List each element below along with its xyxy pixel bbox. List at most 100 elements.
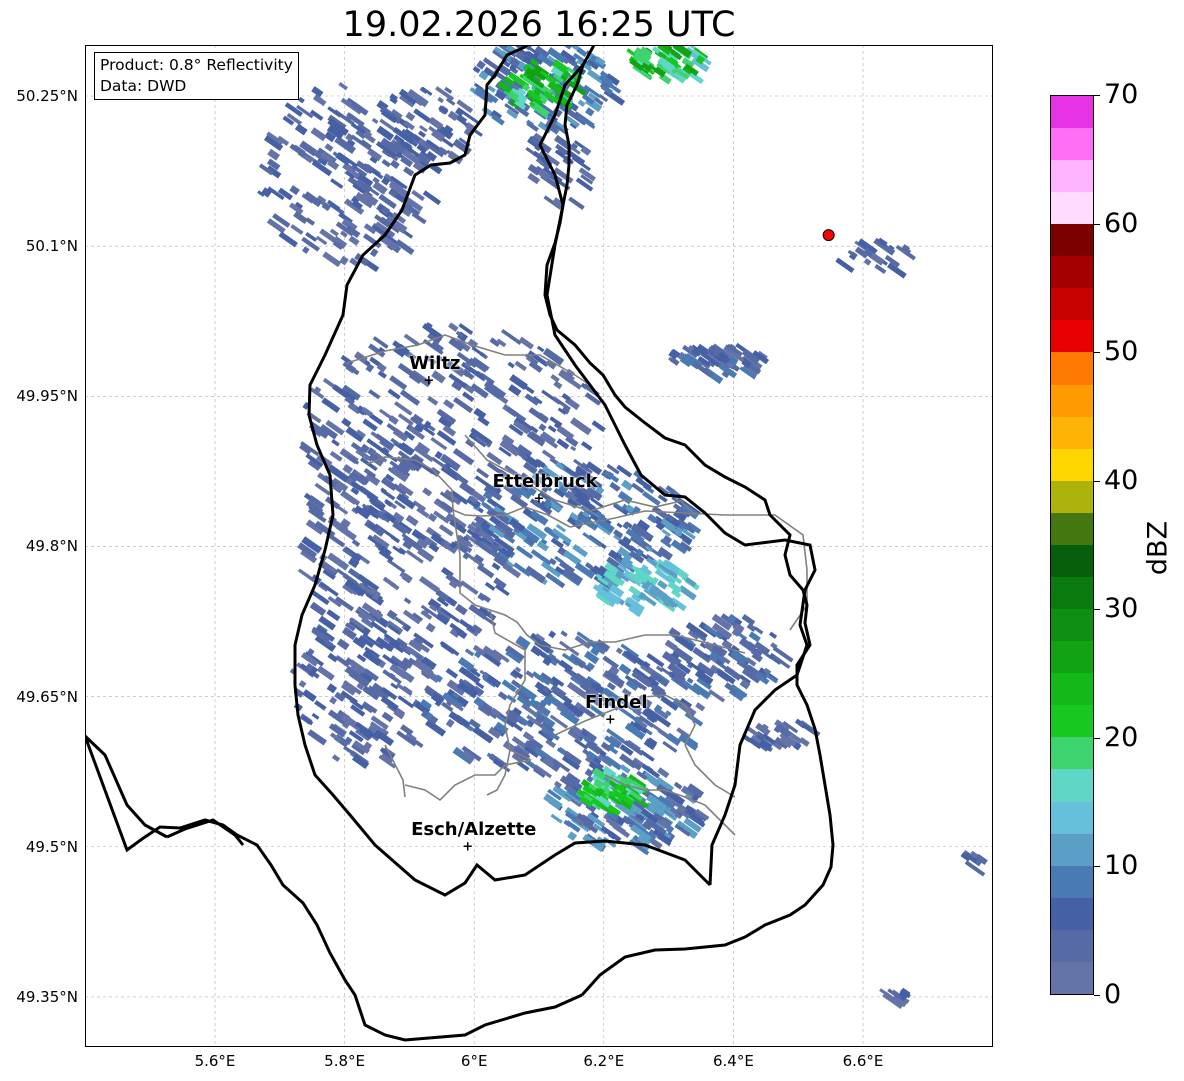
- radar-echo-cell: [294, 123, 308, 136]
- lon-tick-label: 5.8°E: [324, 1052, 366, 1070]
- radar-echo-cell: [378, 408, 396, 422]
- radar-echo-cell: [437, 96, 445, 104]
- lon-tick-label: 6°E: [460, 1052, 488, 1070]
- radar-echo-cell: [572, 544, 589, 558]
- radar-echo-cell: [381, 159, 391, 168]
- lon-tick-label: 5.6°E: [194, 1052, 236, 1070]
- radar-echo-cell: [389, 375, 408, 391]
- radar-echo-cell: [290, 224, 304, 235]
- radar-echo-cell: [314, 482, 332, 496]
- radar-echo-cell: [387, 388, 401, 400]
- colorbar-segment: [1051, 705, 1093, 738]
- colorbar-unit-label: dBZ: [1142, 520, 1174, 576]
- colorbar-segment: [1051, 512, 1093, 545]
- city-label: Ettelbruck: [492, 471, 598, 493]
- colorbar-segment: [1051, 576, 1093, 610]
- radar-echo-cell: [618, 663, 632, 676]
- radar-echo-cell: [445, 718, 455, 728]
- radar-echo-cell: [528, 407, 549, 424]
- colorbar-segment: [1051, 224, 1093, 257]
- map-canvas: [85, 45, 993, 1047]
- city-label: Wiltz: [409, 353, 461, 375]
- radar-echo-cell: [311, 712, 320, 720]
- radar-echo-cell: [309, 601, 327, 617]
- colorbar-segment: [1051, 641, 1093, 674]
- radar-echo-cell: [550, 374, 560, 383]
- radar-echo-cell: [425, 622, 436, 633]
- radar-echo-cell: [462, 551, 471, 560]
- colorbar-tick-label: 0: [1104, 979, 1122, 1010]
- colorbar-segment: [1051, 416, 1093, 449]
- radar-echo-cell: [621, 479, 634, 491]
- colorbar-segment: [1051, 95, 1093, 128]
- radar-echo-cell: [405, 514, 419, 527]
- radar-echo-cell: [321, 397, 341, 413]
- radar-echo-cell: [652, 724, 669, 737]
- markers: [822, 229, 835, 242]
- colorbar-segment: [1051, 609, 1093, 642]
- radar-echo-cell: [538, 423, 547, 432]
- lat-tick-label: 50.1°N: [25, 237, 78, 256]
- radar-echo-cell: [339, 255, 349, 266]
- radar-echo-cell: [338, 82, 348, 91]
- radar-echo-cell: [337, 505, 349, 515]
- radar-echo-cell: [553, 380, 563, 390]
- radar-echo-cell: [267, 148, 281, 161]
- colorbar-tick-label: 60: [1104, 207, 1139, 239]
- radar-echo-cell: [474, 475, 494, 490]
- city-marker-icon: +: [604, 712, 616, 728]
- radar-echo-cell: [348, 235, 360, 246]
- radar-map[interactable]: [85, 45, 993, 1047]
- lon-tick-label: 6.2°E: [583, 1052, 625, 1070]
- city-label: Esch/Alzette: [411, 818, 537, 840]
- radar-echo-cell: [497, 691, 509, 701]
- radar-echo-cell: [298, 96, 305, 104]
- radar-echo-cell: [390, 159, 400, 170]
- radar-echo-cell: [301, 246, 310, 254]
- radar-echo-cell: [422, 190, 442, 206]
- radar-echo-cell: [298, 680, 307, 688]
- radar-echo-cell: [518, 336, 534, 350]
- radar-echo-cell: [336, 638, 350, 651]
- data-source-label: Data: DWD: [100, 77, 187, 95]
- radar-echo-cell: [330, 178, 344, 189]
- radar-echo-cell: [585, 107, 595, 117]
- radar-echo-cell: [507, 361, 515, 369]
- radar-echo-cell: [403, 166, 415, 177]
- radar-echo-cell: [411, 189, 425, 202]
- radar-echo-cell: [448, 322, 459, 332]
- colorbar-segment: [1051, 192, 1093, 225]
- radar-echo-cell: [591, 420, 606, 433]
- radar-echo-cell: [314, 700, 327, 711]
- lon-tick-label: 6.4°E: [712, 1052, 754, 1070]
- colorbar-segment: [1051, 448, 1093, 481]
- radar-echo-cell: [443, 399, 455, 410]
- radar-echo-cell: [454, 603, 468, 616]
- city-marker-icon: +: [423, 373, 435, 389]
- colorbar-tick: [1094, 609, 1100, 611]
- radar-echo-cell: [324, 143, 334, 152]
- colorbar-segment: [1051, 352, 1093, 385]
- radar-echo-cell: [297, 568, 316, 583]
- radar-echo-cell: [289, 185, 300, 196]
- radar-echo-cell: [341, 417, 352, 428]
- radar-echo-cell: [464, 648, 475, 657]
- colorbar-segment: [1051, 384, 1093, 417]
- colorbar-tick: [1094, 866, 1100, 868]
- colorbar-tick: [1094, 95, 1100, 96]
- radar-echo-cell: [422, 487, 433, 497]
- radar-echo-cell: [328, 534, 346, 548]
- colorbar-segment: [1051, 801, 1093, 834]
- radar-echo-cell: [390, 535, 401, 544]
- radar-echo-cell: [615, 647, 623, 655]
- radar-echo-cell: [527, 172, 541, 185]
- radar-echo-cell: [278, 231, 298, 248]
- radar-echo-cell: [515, 545, 534, 560]
- radar-echo-cell: [568, 196, 585, 210]
- radar-echo-cell: [310, 127, 327, 142]
- radar-echo-cell: [582, 532, 602, 548]
- radar-echo-cell: [550, 813, 563, 824]
- radar-echo-cell: [484, 581, 496, 591]
- radar-echo-cell: [541, 449, 556, 461]
- product-info-box: Product: 0.8° Reflectivity Data: DWD: [94, 52, 299, 100]
